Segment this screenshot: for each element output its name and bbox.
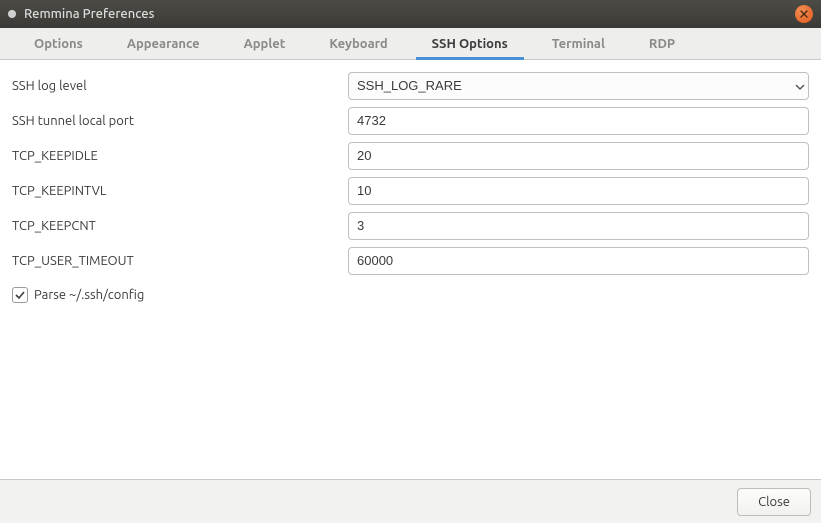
row-tcp-keepcnt: TCP_KEEPCNT — [8, 208, 813, 243]
tab-applet[interactable]: Applet — [222, 28, 308, 59]
close-icon — [800, 10, 808, 18]
tab-keyboard[interactable]: Keyboard — [307, 28, 409, 59]
tab-label: SSH Options — [432, 37, 508, 51]
window-title: Remmina Preferences — [24, 7, 795, 21]
tab-ssh-options[interactable]: SSH Options — [410, 28, 530, 59]
tab-label: Terminal — [552, 37, 605, 51]
tcp-keepidle-input[interactable] — [348, 142, 809, 170]
titlebar: Remmina Preferences — [0, 0, 821, 28]
label-tcp-keepintvl: TCP_KEEPINTVL — [8, 184, 348, 198]
label-ssh-tunnel-port: SSH tunnel local port — [8, 114, 348, 128]
control-tcp-keepcnt — [348, 212, 813, 240]
check-icon — [14, 289, 26, 301]
close-button[interactable]: Close — [737, 488, 811, 516]
control-ssh-tunnel-port — [348, 107, 813, 135]
footer: Close — [0, 479, 821, 523]
tab-bar: Options Appearance Applet Keyboard SSH O… — [0, 28, 821, 60]
label-tcp-user-timeout: TCP_USER_TIMEOUT — [8, 254, 348, 268]
tab-label: Keyboard — [329, 37, 387, 51]
row-tcp-keepintvl: TCP_KEEPINTVL — [8, 173, 813, 208]
row-tcp-user-timeout: TCP_USER_TIMEOUT — [8, 243, 813, 278]
row-ssh-log-level: SSH log level SSH_LOG_RARE — [8, 68, 813, 103]
tab-label: Applet — [244, 37, 286, 51]
row-tcp-keepidle: TCP_KEEPIDLE — [8, 138, 813, 173]
tab-label: Appearance — [127, 37, 200, 51]
label-tcp-keepidle: TCP_KEEPIDLE — [8, 149, 348, 163]
label-ssh-log-level: SSH log level — [8, 79, 348, 93]
tcp-user-timeout-input[interactable] — [348, 247, 809, 275]
close-button-label: Close — [758, 495, 790, 509]
tcp-keepintvl-input[interactable] — [348, 177, 809, 205]
label-parse-ssh-config: Parse ~/.ssh/config — [34, 288, 144, 302]
tab-options[interactable]: Options — [12, 28, 105, 59]
tab-terminal[interactable]: Terminal — [530, 28, 627, 59]
ssh-tunnel-port-input[interactable] — [348, 107, 809, 135]
row-parse-ssh-config: Parse ~/.ssh/config — [8, 278, 813, 312]
window-menu-icon — [8, 10, 16, 18]
control-ssh-log-level: SSH_LOG_RARE — [348, 72, 813, 100]
tab-label: Options — [34, 37, 83, 51]
ssh-log-level-select[interactable]: SSH_LOG_RARE — [348, 72, 809, 100]
parse-ssh-config-checkbox[interactable] — [12, 287, 28, 303]
row-ssh-tunnel-port: SSH tunnel local port — [8, 103, 813, 138]
control-tcp-keepintvl — [348, 177, 813, 205]
control-tcp-user-timeout — [348, 247, 813, 275]
control-tcp-keepidle — [348, 142, 813, 170]
label-tcp-keepcnt: TCP_KEEPCNT — [8, 219, 348, 233]
tab-rdp[interactable]: RDP — [627, 28, 697, 59]
content-area: SSH log level SSH_LOG_RARE SSH tunnel lo… — [0, 60, 821, 479]
tcp-keepcnt-input[interactable] — [348, 212, 809, 240]
window-close-button[interactable] — [795, 5, 813, 23]
tab-label: RDP — [649, 37, 675, 51]
tab-appearance[interactable]: Appearance — [105, 28, 222, 59]
